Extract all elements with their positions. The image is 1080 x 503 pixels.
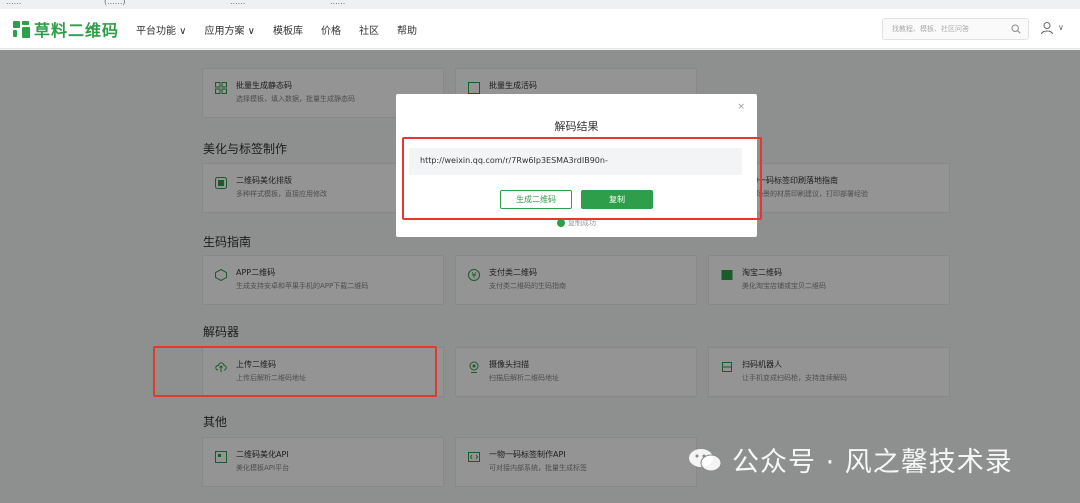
bookmark-item[interactable]: ......	[230, 0, 245, 6]
search-icon[interactable]	[1011, 24, 1021, 34]
qr-logo-icon	[13, 20, 30, 38]
highlight-box-upload	[153, 346, 437, 397]
nav-solutions[interactable]: 应用方案 ∨	[205, 22, 256, 37]
nav-templates[interactable]: 模板库	[273, 22, 303, 37]
bookmark-item[interactable]: ......	[6, 0, 21, 6]
nav-community[interactable]: 社区	[359, 22, 379, 37]
dialog-title: 解码结果	[554, 120, 599, 133]
bookmark-item[interactable]: ......	[330, 0, 345, 6]
search-input[interactable]: 找教程、模板、社区问答	[882, 18, 1029, 40]
user-icon[interactable]	[1040, 21, 1054, 35]
nav-platform-features[interactable]: 平台功能 ∨	[136, 22, 187, 37]
chevron-down-icon[interactable]: ∨	[1058, 23, 1064, 32]
site-header: 草料二维码 平台功能 ∨ 应用方案 ∨ 模板库 价格 社区 帮助 找教程、模板、…	[0, 9, 1080, 49]
browser-bookmark-bar: ...... (......) ...... ......	[0, 0, 1080, 9]
nav-pricing[interactable]: 价格	[321, 22, 341, 37]
wechat-icon	[689, 448, 722, 471]
main-nav: 平台功能 ∨ 应用方案 ∨ 模板库 价格 社区 帮助	[136, 22, 435, 37]
logo[interactable]: 草料二维码	[13, 19, 120, 40]
watermark-text: 公众号 · 风之馨技术录	[732, 447, 1013, 478]
highlight-box-result	[402, 137, 762, 220]
bookmark-item[interactable]: (......)	[104, 0, 126, 6]
close-icon[interactable]: ×	[737, 102, 745, 112]
check-circle-icon	[557, 219, 565, 227]
nav-help[interactable]: 帮助	[397, 22, 417, 37]
watermark: 公众号 · 风之馨技术录	[688, 440, 1013, 479]
logo-text: 草料二维码	[34, 21, 120, 40]
search-placeholder: 找教程、模板、社区问答	[892, 25, 969, 33]
